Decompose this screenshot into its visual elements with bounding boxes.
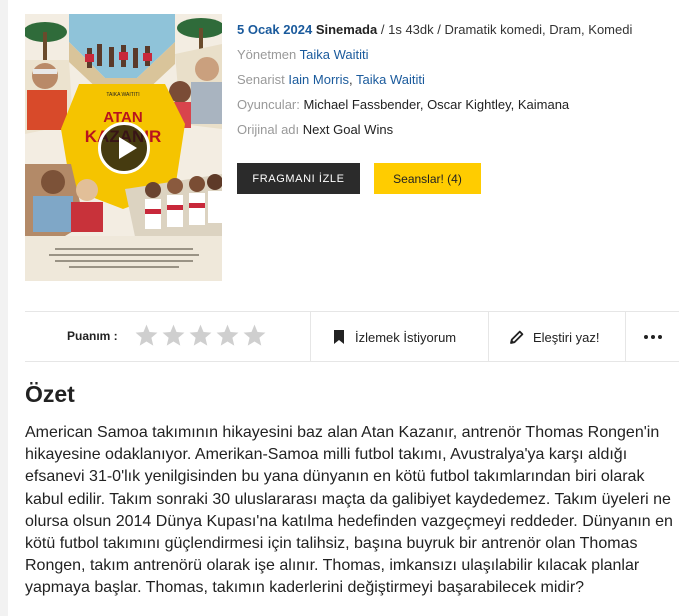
rating-stars (134, 323, 267, 349)
writers-label: Senarist (237, 72, 285, 87)
rating-label: Puanım : (67, 329, 118, 343)
watchlist-label: İzlemek İstiyorum (355, 329, 457, 345)
genres: Dramatik komedi, Dram, Komedi (444, 22, 633, 37)
bookmark-icon (334, 330, 344, 344)
poster-director-credit: TAIKA WAITITI (106, 92, 139, 98)
divider (310, 312, 311, 361)
summary-title: Özet (25, 381, 75, 407)
original-title-row: Orijinal adı Next Goal Wins (237, 122, 677, 147)
rating-star-icon[interactable] (215, 323, 240, 348)
writer-link[interactable]: Iain Morris (288, 72, 349, 87)
pencil-icon (510, 330, 524, 344)
sessions-button[interactable]: Seanslar! (4) (374, 163, 481, 194)
separator: / (380, 22, 385, 37)
original-title-label: Orijinal adı (237, 122, 300, 137)
left-edge-strip (0, 0, 8, 616)
release-place: Sinemada (315, 22, 378, 37)
director-row: Yönetmen Taika Waititi (237, 47, 677, 72)
writer-link[interactable]: Taika Waititi (356, 72, 425, 87)
cast-label: Oyuncular: (237, 97, 300, 112)
summary-text: American Samoa takımının hikayesini baz … (25, 424, 673, 597)
release-date: 5 Ocak 2024 (237, 22, 313, 37)
more-options-icon[interactable] (634, 327, 672, 347)
divider (625, 312, 626, 361)
review-label: Eleştiri yaz! (533, 329, 600, 345)
writers-row: Senarist Iain Morris, Taika Waititi (237, 72, 425, 87)
movie-poster[interactable]: TAIKA WAITITI ATAN KAZANIR (25, 14, 222, 281)
movie-info: 5 Ocak 2024 Sinemada / 1s 43dk / Dramati… (237, 22, 677, 147)
watch-trailer-button[interactable]: FRAGMANI İZLE (237, 163, 360, 194)
rating-star-icon[interactable] (161, 323, 186, 348)
rating-star-icon[interactable] (188, 323, 213, 348)
director-label: Yönetmen (237, 47, 297, 62)
divider (488, 312, 489, 361)
action-bar: Puanım : İzlemek İstiyorum Eleştiri yaz! (25, 311, 679, 362)
cast-list: Michael Fassbender, Oscar Kightley, Kaim… (303, 97, 570, 112)
duration: 1s 43dk (388, 22, 434, 37)
rating-star-icon[interactable] (134, 323, 159, 348)
play-trailer-icon[interactable] (98, 122, 150, 174)
watchlist-button[interactable]: İzlemek İstiyorum (331, 327, 456, 347)
release-row: 5 Ocak 2024 Sinemada / 1s 43dk / Dramati… (237, 22, 677, 47)
separator: / (437, 22, 441, 37)
rating-star-icon[interactable] (242, 323, 267, 348)
write-review-button[interactable]: Eleştiri yaz! (509, 327, 599, 347)
cast-row: Oyuncular: Michael Fassbender, Oscar Kig… (237, 97, 677, 122)
director-link[interactable]: Taika Waititi (300, 47, 369, 62)
original-title: Next Goal Wins (302, 122, 394, 137)
